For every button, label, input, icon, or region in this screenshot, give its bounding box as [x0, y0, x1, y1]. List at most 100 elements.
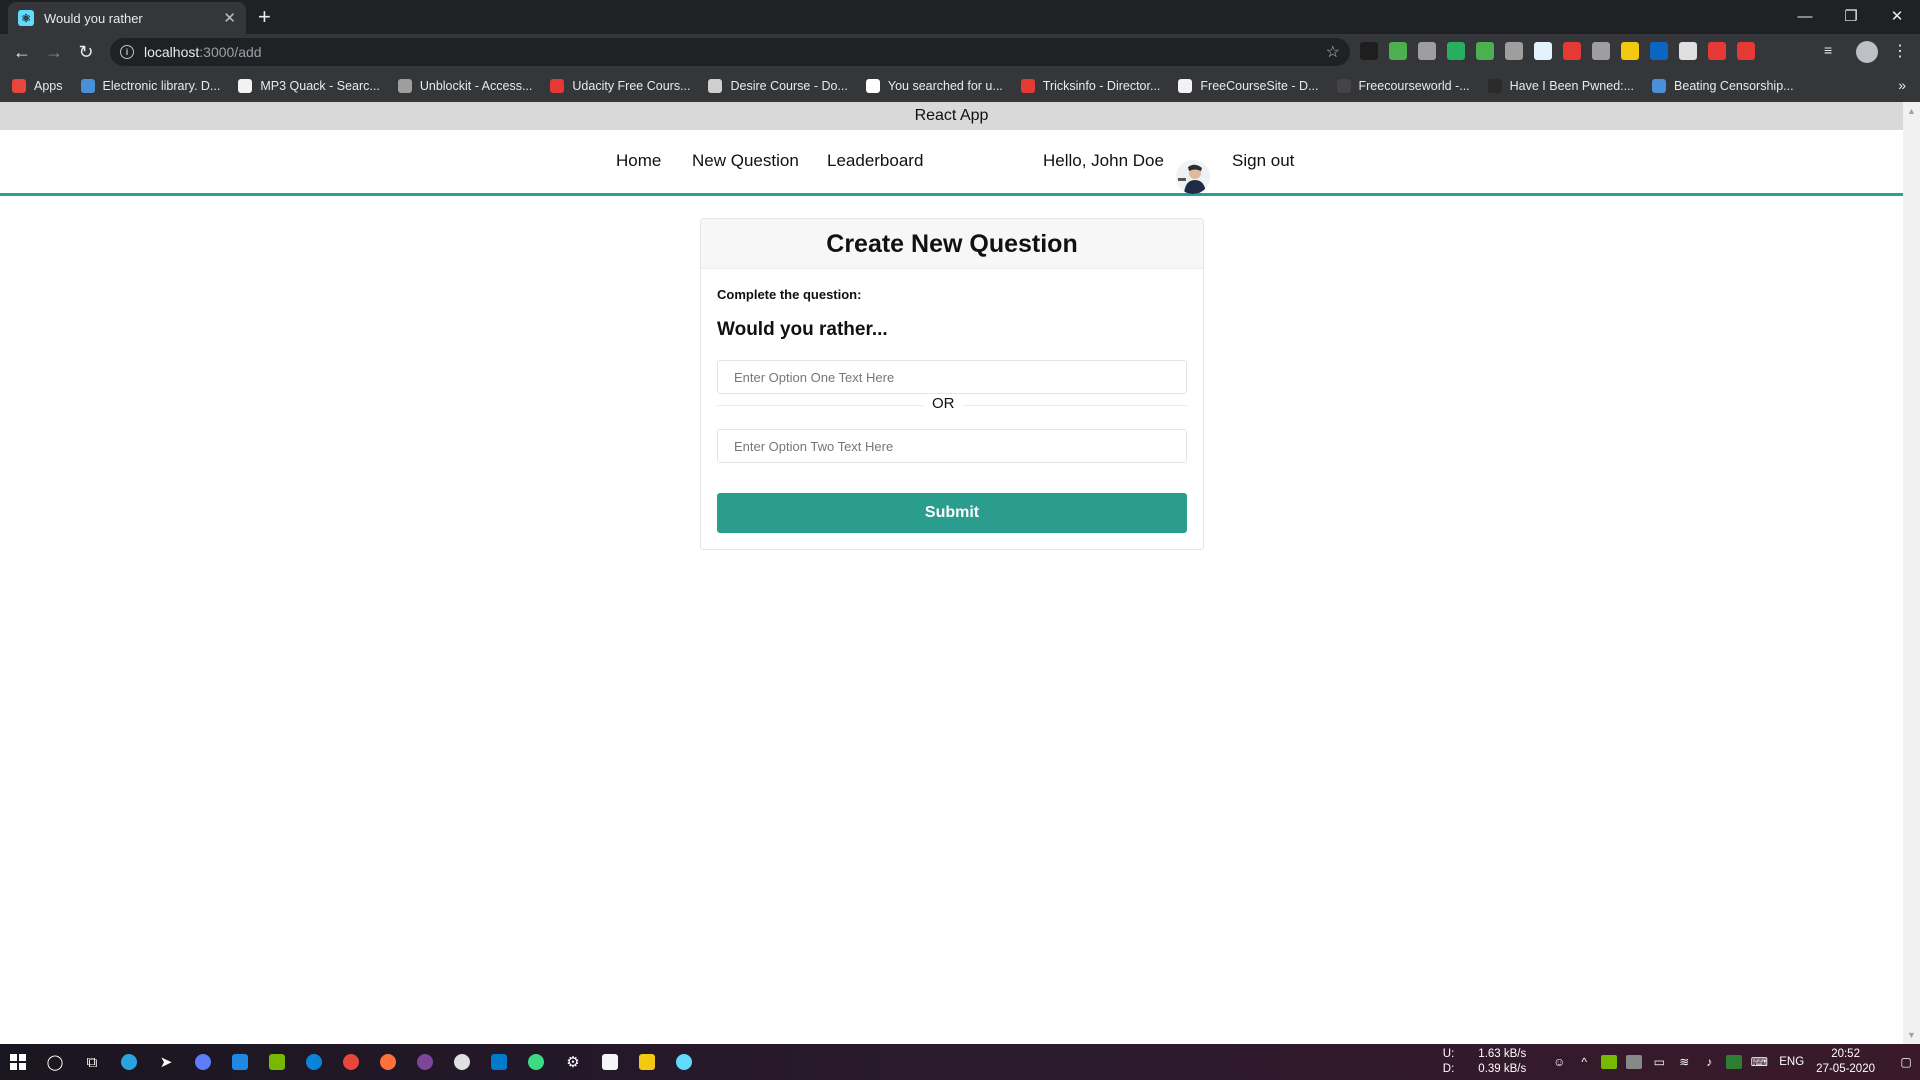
- send-arrow-icon[interactable]: ➤: [154, 1050, 178, 1074]
- bookmark-label: Apps: [34, 79, 63, 93]
- sign-out-link[interactable]: Sign out: [1232, 151, 1294, 171]
- bookmark-label: Beating Censorship...: [1674, 79, 1794, 93]
- file-explorer-icon[interactable]: [635, 1050, 659, 1074]
- upload-speed: 1.63 kB/s: [1478, 1048, 1527, 1060]
- new-tab-button[interactable]: +: [258, 4, 271, 30]
- close-window-button[interactable]: ✕: [1874, 2, 1920, 30]
- security-shield-icon[interactable]: [1726, 1055, 1743, 1069]
- bookmark-favicon-icon: [1487, 79, 1502, 93]
- extension-icon[interactable]: [1389, 42, 1407, 60]
- volume-icon[interactable]: ♪: [1701, 1055, 1717, 1069]
- minimize-button[interactable]: —: [1782, 2, 1828, 30]
- system-clock[interactable]: 20:52 27-05-2020: [1816, 1047, 1875, 1077]
- app-title-bar: React App: [0, 102, 1903, 130]
- bookmark-item[interactable]: Udacity Free Cours...: [550, 79, 690, 93]
- windows-start-icon[interactable]: [6, 1050, 30, 1074]
- app-square-icon[interactable]: [228, 1050, 252, 1074]
- browser-tab[interactable]: ⚛ Would you rather ✕: [8, 2, 246, 34]
- bookmark-item[interactable]: Electronic library. D...: [80, 79, 220, 93]
- edge-icon[interactable]: [302, 1050, 326, 1074]
- bookmark-star-icon[interactable]: ☆: [1326, 42, 1340, 62]
- extension-icon[interactable]: [1418, 42, 1436, 60]
- media-controls-icon[interactable]: ≡: [1824, 42, 1832, 58]
- scroll-up-icon[interactable]: ▲: [1907, 106, 1916, 116]
- notifications-icon[interactable]: ▢: [1898, 1055, 1914, 1069]
- back-arrow-icon[interactable]: ←: [10, 40, 34, 64]
- extension-icon[interactable]: [1505, 42, 1523, 60]
- bookmark-favicon-icon: [550, 79, 565, 93]
- bookmark-label: Udacity Free Cours...: [572, 79, 691, 93]
- extension-icon[interactable]: [1563, 42, 1581, 60]
- bookmark-item[interactable]: Desire Course - Do...: [708, 79, 848, 93]
- nvidia-icon[interactable]: [265, 1050, 289, 1074]
- bookmark-item[interactable]: Freecourseworld -...: [1336, 79, 1470, 93]
- wifi-icon[interactable]: ≋: [1676, 1055, 1692, 1069]
- option-two-input[interactable]: [717, 429, 1187, 463]
- extension-icon[interactable]: [1476, 42, 1494, 60]
- bookmark-item[interactable]: You searched for u...: [865, 79, 1003, 93]
- people-icon[interactable]: ☺: [1551, 1055, 1567, 1069]
- keyboard-icon[interactable]: ⌨: [1751, 1055, 1768, 1069]
- tab-close-icon[interactable]: ✕: [223, 9, 236, 27]
- extension-icon[interactable]: [1621, 42, 1639, 60]
- app-react-icon[interactable]: [672, 1050, 696, 1074]
- scroll-down-icon[interactable]: ▼: [1907, 1030, 1916, 1040]
- bookmark-item[interactable]: Apps: [12, 79, 63, 93]
- bookmark-item[interactable]: Unblockit - Access...: [397, 79, 532, 93]
- extension-icon[interactable]: [1650, 42, 1668, 60]
- chrome-icon[interactable]: [339, 1050, 363, 1074]
- chevron-up-icon[interactable]: ^: [1576, 1055, 1592, 1069]
- firefox-icon[interactable]: [376, 1050, 400, 1074]
- zeplin-icon[interactable]: [598, 1050, 622, 1074]
- bookmark-item[interactable]: MP3 Quack - Searc...: [238, 79, 380, 93]
- reload-icon[interactable]: ↻: [74, 40, 98, 64]
- vscode-icon[interactable]: [487, 1050, 511, 1074]
- bookmark-favicon-icon: [1336, 79, 1351, 93]
- extension-icon[interactable]: [1592, 42, 1610, 60]
- bookmark-favicon-icon: [1178, 79, 1193, 93]
- bookmark-item[interactable]: FreeCourseSite - D...: [1178, 79, 1319, 93]
- extension-icon[interactable]: [1679, 42, 1697, 60]
- submit-button[interactable]: Submit: [717, 493, 1187, 533]
- bookmark-favicon-icon: [1652, 79, 1667, 93]
- profile-avatar-icon[interactable]: [1856, 41, 1878, 63]
- bookmark-item[interactable]: Beating Censorship...: [1652, 79, 1794, 93]
- bookmarks-overflow-icon[interactable]: »: [1898, 77, 1906, 93]
- nvidia-tray-icon[interactable]: [1601, 1055, 1618, 1069]
- language-indicator[interactable]: ENG: [1779, 1055, 1804, 1069]
- page-scrollbar[interactable]: ▲ ▼: [1903, 102, 1920, 1044]
- site-info-icon[interactable]: i: [120, 45, 134, 59]
- bookmark-favicon-icon: [238, 79, 253, 93]
- forward-arrow-icon[interactable]: →: [42, 40, 66, 64]
- tray-app-icon[interactable]: [1626, 1055, 1643, 1069]
- extension-icon[interactable]: [1708, 42, 1726, 60]
- menu-kebab-icon[interactable]: ⋮: [1892, 41, 1908, 61]
- bookmark-label: Desire Course - Do...: [730, 79, 848, 93]
- battery-icon[interactable]: ▭: [1651, 1055, 1667, 1069]
- bookmark-label: You searched for u...: [887, 79, 1003, 93]
- tor-icon[interactable]: [413, 1050, 437, 1074]
- window-controls: — ❐ ✕: [1782, 2, 1920, 30]
- or-label: OR: [924, 395, 963, 412]
- nav-home-link[interactable]: Home: [616, 151, 661, 171]
- app-white-circle-icon[interactable]: [450, 1050, 474, 1074]
- address-bar[interactable]: i localhost:3000/add ☆: [110, 38, 1350, 66]
- search-circle-icon[interactable]: ◯: [43, 1050, 67, 1074]
- app-gear-icon[interactable]: ⚙: [561, 1050, 585, 1074]
- app-blue-circle-icon[interactable]: [191, 1050, 215, 1074]
- restore-button[interactable]: ❐: [1828, 2, 1874, 30]
- app-green-icon[interactable]: [524, 1050, 548, 1074]
- nav-leaderboard-link[interactable]: Leaderboard: [827, 151, 923, 171]
- extension-icon[interactable]: [1447, 42, 1465, 60]
- nav-new-question-link[interactable]: New Question: [692, 151, 799, 171]
- upload-label: U:: [1442, 1048, 1455, 1060]
- telegram-icon[interactable]: [117, 1050, 141, 1074]
- bookmark-item[interactable]: Tricksinfo - Director...: [1020, 79, 1160, 93]
- download-label: D:: [1442, 1063, 1455, 1075]
- extension-icon[interactable]: [1360, 42, 1378, 60]
- bookmark-item[interactable]: Have I Been Pwned:...: [1487, 79, 1634, 93]
- extension-icon[interactable]: [1534, 42, 1552, 60]
- option-one-input[interactable]: [717, 360, 1187, 394]
- extension-icon[interactable]: [1737, 42, 1755, 60]
- task-view-icon[interactable]: ⧉: [80, 1050, 104, 1074]
